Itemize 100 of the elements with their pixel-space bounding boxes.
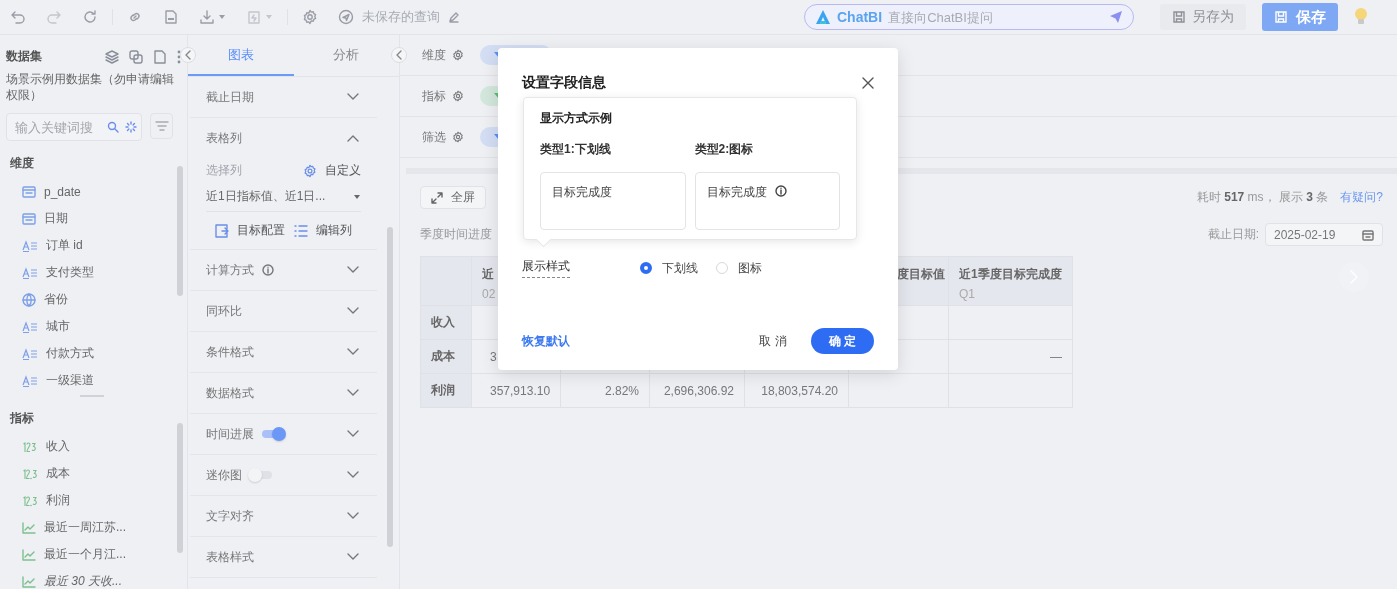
section-title: 截止日期	[206, 88, 254, 106]
fullscreen-button[interactable]: 全屏	[420, 186, 486, 209]
row-header-cell: 利润	[420, 373, 472, 408]
layers-icon[interactable]	[105, 49, 119, 64]
close-icon[interactable]	[862, 77, 874, 89]
save-as-icon	[1172, 10, 1186, 24]
type-label: 类型1:下划线	[540, 141, 612, 158]
field-item[interactable]: 订单 id	[0, 232, 175, 259]
column-select[interactable]: 近1日指标值、近1日...	[206, 188, 361, 212]
popover-title: 显示方式示例	[540, 110, 613, 127]
redo-icon[interactable]	[46, 9, 62, 25]
file-icon[interactable]	[153, 49, 167, 64]
custom-link[interactable]: 自定义	[303, 162, 361, 179]
edit-columns-button[interactable]: 编辑列	[294, 222, 353, 239]
field-label: 选择列	[206, 162, 242, 179]
date-field[interactable]: 2025-02-19	[1265, 223, 1383, 246]
header-cell: 近1季度目标完成度 Q1	[948, 256, 1073, 306]
caret-icon	[265, 13, 273, 21]
section-header[interactable]: 迷你图	[190, 455, 377, 496]
edit-icon[interactable]	[448, 11, 460, 23]
send-icon[interactable]	[1109, 10, 1123, 24]
row-header-cell: 成本	[420, 339, 472, 374]
section-header[interactable]: 数据格式	[190, 373, 377, 414]
filter-button[interactable]	[150, 113, 173, 139]
query-title: 未保存的查询	[362, 8, 440, 26]
search-field[interactable]: 输入关键词搜	[6, 113, 142, 141]
field-item[interactable]: 最近一个月江...	[0, 541, 175, 568]
export-icon[interactable]	[246, 9, 262, 25]
dialog-title: 设置字段信息	[522, 74, 606, 92]
section-title: 维度	[9, 155, 35, 172]
undo-icon[interactable]	[10, 9, 26, 25]
section-title: 时间进展	[206, 425, 254, 443]
field-item[interactable]: 一级渠道	[0, 367, 175, 394]
settings-icon[interactable]	[303, 163, 317, 178]
dataset-name: 场景示例用数据集（勿申请编辑权限）	[5, 71, 175, 103]
query-label: 指标	[422, 87, 446, 105]
sample-text: 目标完成度	[552, 184, 612, 201]
scrollbar[interactable]	[177, 423, 183, 553]
date-filter-label: 截止日期:	[1207, 226, 1259, 243]
section-title: 条件格式	[206, 343, 254, 361]
cancel-button[interactable]: 取 消	[747, 332, 799, 350]
chatbi-question-input[interactable]: 直接向ChatBI提问	[888, 9, 1103, 25]
radio-option[interactable]: 图标	[716, 259, 762, 277]
toggle-switch[interactable]	[250, 471, 272, 479]
scrollbar[interactable]	[387, 227, 393, 547]
search-icon[interactable]	[107, 121, 119, 133]
calendar-icon[interactable]	[1362, 228, 1374, 241]
field-item[interactable]: 最近 30 天收...	[0, 568, 175, 589]
section-header[interactable]: 表格样式	[190, 537, 377, 578]
field-item[interactable]: 日期	[0, 205, 175, 232]
search-input[interactable]: 输入关键词搜	[15, 119, 101, 135]
toggle-switch[interactable]	[262, 430, 284, 438]
settings-icon[interactable]	[452, 90, 464, 102]
settings-icon[interactable]	[452, 49, 464, 61]
chevron-left-icon[interactable]	[185, 50, 191, 60]
section-header[interactable]: 条件格式	[190, 332, 377, 373]
section-title: 表格样式	[206, 548, 254, 566]
field-item[interactable]: 支付类型	[0, 259, 175, 286]
section-header[interactable]: 表格列	[190, 118, 377, 158]
loading-icon	[125, 121, 137, 133]
field-item[interactable]: 利润	[0, 487, 175, 514]
more-icon[interactable]	[177, 49, 181, 64]
table-cell: 357,913.10	[471, 373, 561, 408]
field-label: 展示样式	[522, 258, 570, 278]
collapse-button[interactable]	[391, 47, 407, 63]
section-header[interactable]: 文字对齐	[190, 496, 377, 537]
table-cell: 2,696,306.92	[649, 373, 745, 408]
radio-button[interactable]	[640, 262, 652, 274]
field-item[interactable]: 省份	[0, 286, 175, 313]
section-header[interactable]: 同环比	[190, 291, 377, 332]
field-item[interactable]: 最近一周江苏...	[0, 514, 175, 541]
download-icon[interactable]	[199, 9, 215, 25]
field-item[interactable]: 成本	[0, 460, 175, 487]
field-item[interactable]: 收入	[0, 433, 175, 460]
chevron-left-icon[interactable]	[396, 50, 402, 60]
field-item[interactable]: 城市	[0, 313, 175, 340]
settings-icon[interactable]	[452, 131, 464, 143]
tab[interactable]: 分析	[293, 35, 399, 76]
collapse-button[interactable]	[180, 47, 196, 63]
copy-icon[interactable]	[129, 49, 143, 64]
section-title: 数据格式	[206, 384, 254, 402]
section-header[interactable]: 时间进展	[190, 414, 377, 455]
send-circle-icon[interactable]	[338, 9, 354, 25]
section-title: 同环比	[206, 302, 242, 320]
section-header[interactable]: 截止日期	[190, 77, 377, 118]
table-cell: 2.82%	[560, 373, 650, 408]
target-config-button[interactable]: 目标配置	[214, 222, 285, 239]
query-label: 筛选	[422, 128, 446, 146]
radio-option[interactable]: 下划线	[640, 259, 698, 277]
scrollbar[interactable]	[177, 166, 183, 296]
settings-icon[interactable]	[302, 9, 318, 25]
refresh-icon[interactable]	[82, 9, 98, 25]
section-title: 计算方式	[206, 261, 254, 279]
section-title: 迷你图	[206, 466, 242, 484]
section-header[interactable]: 计算方式	[190, 250, 377, 291]
chatbi-logo-icon	[815, 9, 831, 25]
field-item[interactable]: p_date	[0, 178, 175, 205]
confirm-button[interactable]: 确 定	[810, 328, 874, 354]
field-item[interactable]: 付款方式	[0, 340, 175, 367]
lightbulb-icon[interactable]	[1354, 7, 1368, 27]
